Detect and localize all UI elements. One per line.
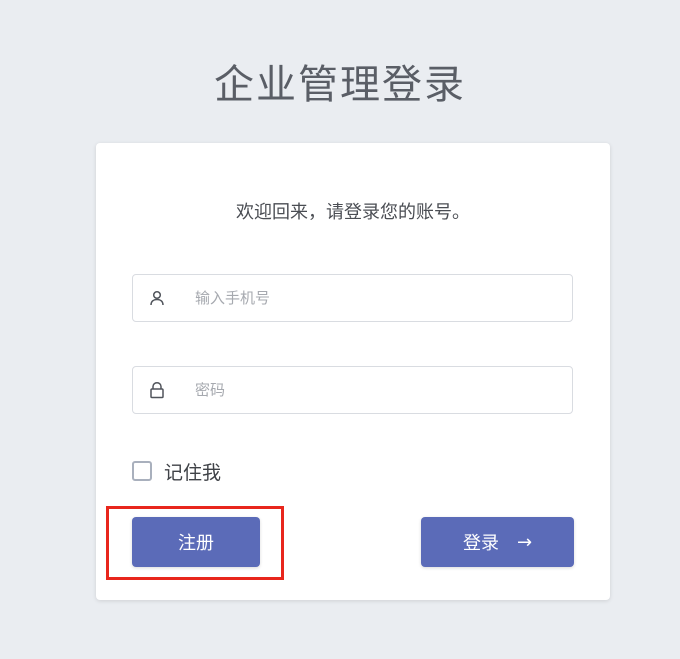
lock-icon <box>148 381 166 399</box>
welcome-text: 欢迎回来，请登录您的账号。 <box>236 202 470 223</box>
phone-input[interactable] <box>195 275 555 321</box>
arrow-right-icon: → <box>516 531 533 553</box>
page-title: 企业管理登录 <box>214 62 466 108</box>
login-button[interactable]: 登录 → <box>421 517 574 567</box>
remember-label: 记住我 <box>164 461 222 484</box>
login-button-label: 登录 <box>462 533 499 554</box>
remember-checkbox[interactable] <box>132 461 152 481</box>
phone-field[interactable] <box>132 274 573 322</box>
remember-me[interactable]: 记住我 <box>132 458 221 484</box>
highlight-box <box>106 506 284 580</box>
password-field[interactable] <box>132 366 573 414</box>
user-icon <box>148 289 166 307</box>
password-input[interactable] <box>195 367 555 413</box>
